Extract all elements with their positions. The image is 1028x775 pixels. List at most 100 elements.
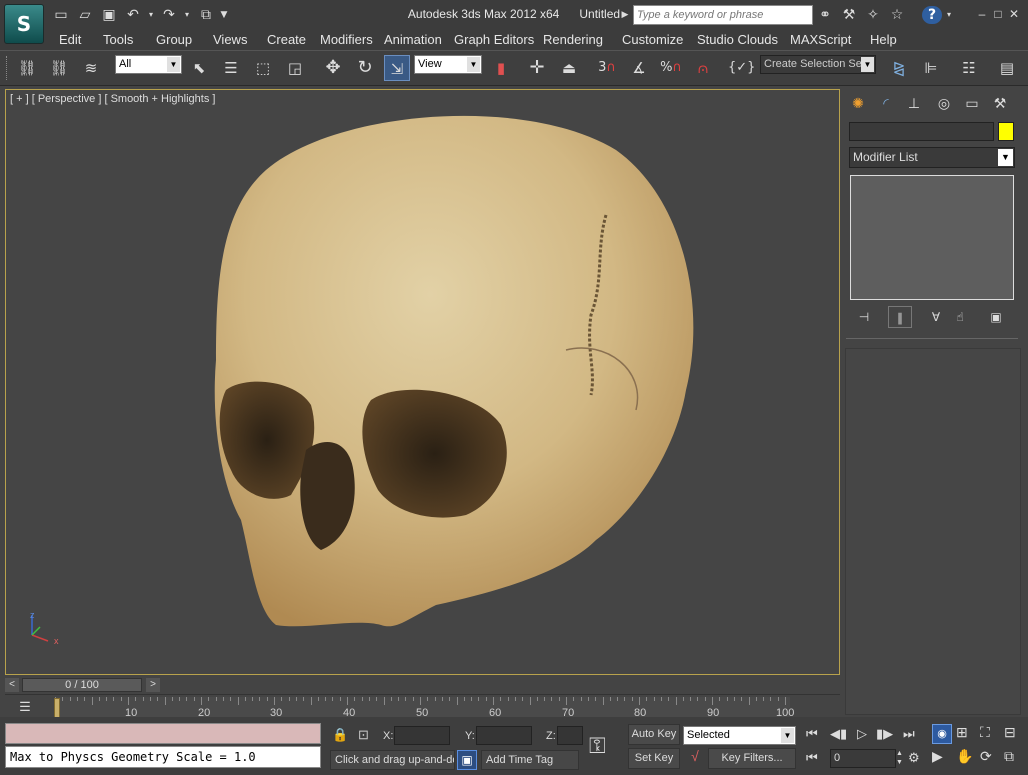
auto-key-button[interactable]: Auto Key: [628, 724, 680, 745]
time-slider-thumb[interactable]: 0 / 100: [22, 678, 142, 692]
show-end-result-icon[interactable]: ∥: [888, 306, 912, 328]
absolute-mode-icon[interactable]: ⊡: [358, 727, 369, 743]
field-of-view-icon[interactable]: ▶: [932, 748, 943, 765]
use-pivot-center-icon[interactable]: ▮: [488, 55, 514, 81]
window-crossing-icon[interactable]: ◲: [282, 55, 308, 81]
menu-group[interactable]: Group: [156, 31, 192, 48]
search-expand-icon[interactable]: ▶: [620, 6, 630, 24]
x-coordinate-input[interactable]: [394, 726, 450, 745]
time-configuration-icon[interactable]: ⚙: [908, 750, 920, 766]
make-unique-icon[interactable]: ∀: [924, 306, 948, 328]
next-frame-icon[interactable]: ▮▶: [876, 726, 893, 742]
modifier-list-dropdown[interactable]: Modifier List ▼: [849, 147, 1015, 168]
toolbar-grip[interactable]: [6, 56, 9, 80]
menu-studio-clouds[interactable]: Studio Clouds: [697, 31, 778, 48]
rollout-area[interactable]: [845, 348, 1021, 715]
modifier-stack-list[interactable]: [850, 175, 1014, 300]
save-file-icon[interactable]: ▣: [100, 6, 118, 24]
key-filters-button[interactable]: Key Filters...: [708, 748, 796, 769]
configure-modifier-sets-icon[interactable]: ▣: [984, 306, 1008, 328]
select-and-link-icon[interactable]: ⛓: [14, 55, 40, 81]
maximize-viewport-icon[interactable]: ⧉: [1004, 748, 1014, 765]
bind-to-space-warp-icon[interactable]: ≋: [78, 55, 104, 81]
select-and-scale-icon[interactable]: ⇲: [384, 55, 410, 81]
layer-manager-icon[interactable]: ☷: [956, 55, 982, 81]
go-to-start-icon[interactable]: ⏮: [806, 726, 818, 742]
time-slider-next-icon[interactable]: >: [146, 678, 160, 692]
graphite-tools-icon[interactable]: ▤: [994, 55, 1020, 81]
app-logo-button[interactable]: S: [4, 4, 44, 44]
rectangular-selection-icon[interactable]: ⬚: [250, 55, 276, 81]
reference-coordinate-dropdown[interactable]: View ▼: [414, 55, 482, 74]
unlink-selection-icon[interactable]: ⛓: [46, 55, 72, 81]
menu-views[interactable]: Views: [213, 31, 247, 48]
mirror-icon[interactable]: ⧎: [886, 55, 912, 81]
perspective-viewport[interactable]: [5, 89, 840, 675]
zoom-extents-all-icon[interactable]: ⊟: [1004, 724, 1016, 741]
menu-graph-editors[interactable]: Graph Editors: [454, 31, 534, 48]
go-to-end-icon[interactable]: ⏭: [903, 726, 915, 742]
select-and-rotate-icon[interactable]: ↻: [352, 55, 378, 81]
utilities-tab-icon[interactable]: ⚒: [988, 93, 1012, 115]
select-and-manipulate-icon[interactable]: ✛: [524, 55, 550, 81]
current-frame-marker[interactable]: [54, 698, 60, 718]
orbit-icon[interactable]: ⟳: [980, 748, 992, 765]
redo-icon[interactable]: ↷: [160, 6, 178, 24]
menu-modifiers[interactable]: Modifiers: [320, 31, 373, 48]
select-object-icon[interactable]: ⬉: [186, 55, 212, 81]
previous-frame-icon[interactable]: ◀▮: [830, 726, 847, 742]
zoom-extents-selected-icon[interactable]: ◉: [932, 724, 952, 744]
hierarchy-tab-icon[interactable]: ⊥: [902, 93, 926, 115]
select-and-move-icon[interactable]: ✥: [320, 55, 346, 81]
y-coordinate-input[interactable]: [476, 726, 532, 745]
z-coordinate-input[interactable]: [557, 726, 583, 745]
selection-filter-dropdown[interactable]: All ▼: [115, 55, 182, 74]
pin-stack-icon[interactable]: ⊣: [852, 306, 876, 328]
help-icon[interactable]: ?: [922, 6, 942, 24]
isolate-selection-icon[interactable]: ▣: [457, 750, 477, 770]
keyboard-shortcut-override-icon[interactable]: ⏏: [556, 55, 582, 81]
key-mode-toggle-icon[interactable]: ⏮: [806, 750, 818, 766]
key-filters-curve-icon[interactable]: √: [684, 748, 706, 768]
menu-tools[interactable]: Tools: [103, 31, 133, 48]
menu-customize[interactable]: Customize: [622, 31, 683, 48]
quick-access-dropdown-icon[interactable]: ▼: [218, 6, 230, 24]
viewport-label[interactable]: [ + ] [ Perspective ] [ Smooth + Highlig…: [10, 93, 215, 105]
search-input[interactable]: Type a keyword or phrase: [633, 5, 813, 25]
display-tab-icon[interactable]: ▭: [960, 93, 984, 115]
motion-tab-icon[interactable]: ◎: [932, 93, 956, 115]
spinner-snap-toggle-icon[interactable]: ⩀: [690, 55, 716, 81]
selection-lock-icon[interactable]: 🔒: [332, 727, 348, 743]
edit-named-selection-icon[interactable]: {✓}: [728, 55, 755, 81]
modify-tab-icon[interactable]: ◜: [874, 93, 898, 115]
current-frame-input[interactable]: 0: [830, 749, 896, 768]
select-by-name-icon[interactable]: ☰: [218, 55, 244, 81]
menu-rendering[interactable]: Rendering: [543, 31, 603, 48]
mini-curve-editor-icon[interactable]: ☰: [14, 699, 36, 719]
object-color-swatch[interactable]: [998, 122, 1014, 141]
create-tab-icon[interactable]: ✺: [846, 93, 870, 115]
set-key-button[interactable]: Set Key: [628, 748, 680, 769]
maxscript-output[interactable]: Max to Physcs Geometry Scale = 1.0: [5, 746, 321, 768]
angle-snap-toggle-icon[interactable]: ∡: [626, 55, 652, 81]
align-icon[interactable]: ⊫: [918, 55, 944, 81]
frame-spinner-icon[interactable]: ▲ ▼: [896, 749, 904, 768]
object-name-field[interactable]: [849, 122, 994, 141]
zoom-all-icon[interactable]: ⛶: [980, 724, 990, 741]
close-window-icon[interactable]: ✕: [1006, 6, 1022, 22]
key-mode-dropdown[interactable]: Selected ▼: [683, 726, 796, 745]
snaps-toggle-icon[interactable]: 3∩: [594, 55, 620, 81]
binoculars-icon[interactable]: ⚭: [816, 6, 834, 24]
communication-center-icon[interactable]: ✧: [864, 6, 882, 24]
percent-snap-toggle-icon[interactable]: %∩: [658, 55, 684, 81]
play-icon[interactable]: ▷: [857, 726, 867, 742]
remove-modifier-icon[interactable]: ☝: [948, 306, 972, 328]
menu-edit[interactable]: Edit: [59, 31, 81, 48]
undo-dropdown-icon[interactable]: ▾: [146, 6, 156, 24]
menu-create[interactable]: Create: [267, 31, 306, 48]
named-selection-sets-dropdown[interactable]: Create Selection Se ▼: [760, 55, 876, 74]
zoom-icon[interactable]: ⊞: [956, 724, 968, 741]
menu-maxscript[interactable]: MAXScript: [790, 31, 851, 48]
project-folder-icon[interactable]: ⧉: [196, 6, 216, 24]
redo-dropdown-icon[interactable]: ▾: [182, 6, 192, 24]
